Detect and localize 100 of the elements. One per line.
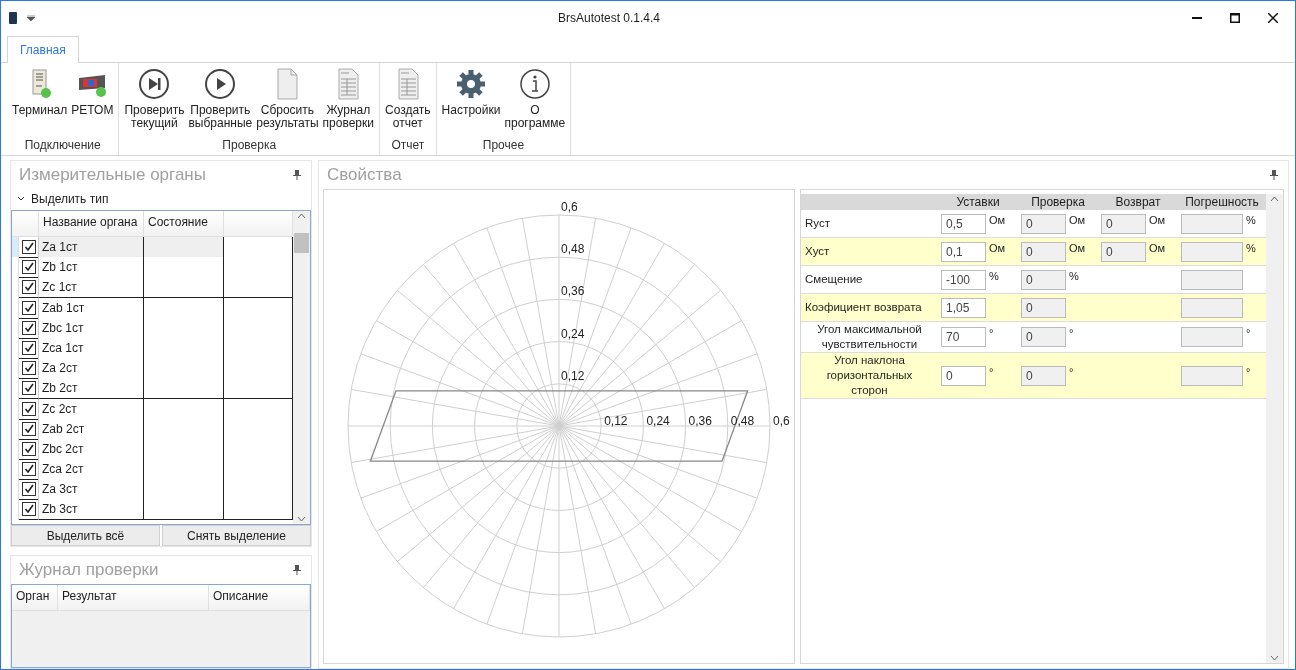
checkbox[interactable] [21, 462, 36, 477]
error-field[interactable] [1181, 213, 1243, 234]
unit-label: ° [1069, 365, 1074, 378]
pin-icon[interactable] [293, 565, 301, 575]
close-icon[interactable] [1268, 12, 1278, 23]
scroll-up-icon[interactable] [1270, 196, 1279, 202]
checkbox[interactable] [21, 240, 36, 254]
error-field[interactable] [1181, 327, 1243, 347]
ribbon-button[interactable]: Проверить текущий [122, 63, 187, 138]
filter-toggle[interactable]: Выделить тип [31, 192, 109, 206]
checkbox[interactable] [21, 280, 36, 295]
scrollbar[interactable] [293, 211, 310, 524]
value-field[interactable]: 0 [1021, 213, 1066, 234]
axis-label: 0,48 [730, 414, 755, 428]
checkbox[interactable] [21, 482, 36, 497]
checkbox[interactable] [21, 381, 36, 396]
value-field[interactable]: 0 [1021, 241, 1066, 262]
value-field[interactable]: 0 [1021, 297, 1066, 318]
table-cell[interactable]: Za 2ст [39, 358, 144, 380]
error-field[interactable] [1181, 269, 1243, 290]
value-field[interactable]: 0 [1021, 269, 1066, 290]
table-cell[interactable]: Zbc 2ст [39, 438, 144, 460]
table-cell[interactable]: Zca 2ст [39, 459, 144, 481]
minimize-icon[interactable] [1192, 16, 1202, 19]
value-field[interactable]: 0 [1021, 365, 1066, 386]
property-label: Смещение [804, 272, 864, 287]
table-cell[interactable]: Zb 3ст [39, 499, 144, 521]
ribbon-button[interactable]: Проверить выбранные [186, 63, 255, 138]
value-field[interactable]: 0 [1101, 241, 1146, 262]
checkbox[interactable] [21, 320, 36, 335]
error-field[interactable] [1181, 241, 1243, 262]
ribbon-button[interactable]: О программе [502, 63, 568, 138]
checkbox[interactable] [21, 340, 36, 355]
column-header[interactable]: Результат [58, 585, 209, 610]
pin-icon[interactable] [1270, 170, 1278, 180]
panel-button[interactable]: Снять выделение [162, 525, 311, 546]
checkbox[interactable] [21, 502, 36, 517]
checkbox[interactable] [21, 401, 36, 416]
property-label: Угол наклона горизонтальных сторон [825, 353, 914, 398]
scrollbar[interactable] [1266, 194, 1283, 663]
pin-icon[interactable] [293, 170, 301, 180]
table-cell[interactable]: Zbc 1ст [39, 317, 144, 339]
ribbon-button[interactable]: Сбросить результаты [254, 63, 321, 138]
ribbon-tab[interactable]: Главная [7, 36, 79, 63]
scroll-thumb[interactable] [294, 232, 309, 253]
column-header: Уставки [955, 195, 1001, 209]
value-field[interactable]: 0 [941, 365, 986, 386]
checkbox[interactable] [21, 300, 36, 315]
unit-label: Ом [1149, 213, 1166, 226]
unit-label: ° [989, 327, 994, 339]
table-cell [224, 499, 293, 521]
chevron-down-icon[interactable] [17, 196, 25, 202]
checkbox[interactable] [21, 421, 36, 436]
ribbon-button[interactable]: Журнал проверки [320, 63, 376, 138]
table-cell[interactable]: Zab 1ст [39, 297, 144, 319]
column-header[interactable]: Название органа [39, 211, 144, 236]
error-field[interactable] [1181, 365, 1243, 386]
column-header: Возврат [1114, 195, 1162, 209]
error-field[interactable] [1181, 297, 1243, 318]
ribbon-button[interactable]: Настройки [439, 63, 503, 138]
value-field[interactable]: 0,5 [941, 213, 986, 234]
value-field[interactable]: 0,1 [941, 241, 986, 262]
checkbox[interactable] [21, 361, 36, 376]
column-header: Проверка [1030, 195, 1086, 209]
table-cell[interactable]: Za 1ст [39, 237, 144, 258]
axis-label: 0,36 [688, 414, 712, 428]
table-cell[interactable]: Zb 1ст [39, 257, 144, 279]
table-cell[interactable]: Zc 1ст [39, 277, 144, 299]
table-cell[interactable]: Za 3ст [39, 479, 144, 501]
scroll-up-icon[interactable] [297, 213, 306, 219]
skip-forward-icon [138, 68, 171, 100]
ribbon-button[interactable]: Терминал [10, 63, 70, 138]
window-title: BrsAutotest 0.1.4.4 [556, 10, 662, 25]
axis-label: 0,12 [604, 414, 628, 428]
column-header: Погрешность [1184, 195, 1260, 209]
checkbox[interactable] [21, 441, 36, 456]
table-cell[interactable]: Zb 2ст [39, 378, 144, 400]
panel-title: Измерительные органы [19, 165, 206, 185]
table-cell[interactable]: Zca 1ст [39, 337, 144, 359]
maximize-icon[interactable] [1230, 12, 1240, 23]
table-cell[interactable]: Zc 2ст [39, 398, 144, 420]
dropdown-arrow-icon[interactable] [27, 14, 35, 21]
scroll-down-icon[interactable] [297, 516, 306, 522]
unit-label: % [1069, 269, 1079, 282]
panel-button[interactable]: Выделить всё [11, 525, 160, 546]
ribbon-button[interactable]: Создать отчет [383, 63, 433, 138]
scroll-down-icon[interactable] [1270, 655, 1279, 661]
column-header[interactable]: Состояние [144, 211, 224, 236]
column-header[interactable]: Орган [12, 585, 58, 610]
ribbon-button[interactable]: РЕТОМ [69, 63, 116, 138]
value-field[interactable]: 0 [1101, 213, 1146, 234]
panel-title: Журнал проверки [19, 560, 159, 580]
checkbox[interactable] [21, 260, 36, 275]
settings-icon [455, 68, 488, 100]
column-header[interactable]: Описание [209, 585, 310, 610]
value-field[interactable]: 70 [941, 327, 986, 347]
value-field[interactable]: 0 [1021, 327, 1066, 347]
value-field[interactable]: -100 [941, 269, 986, 290]
table-cell[interactable]: Zab 2ст [39, 418, 144, 440]
value-field[interactable]: 1,05 [941, 297, 986, 318]
